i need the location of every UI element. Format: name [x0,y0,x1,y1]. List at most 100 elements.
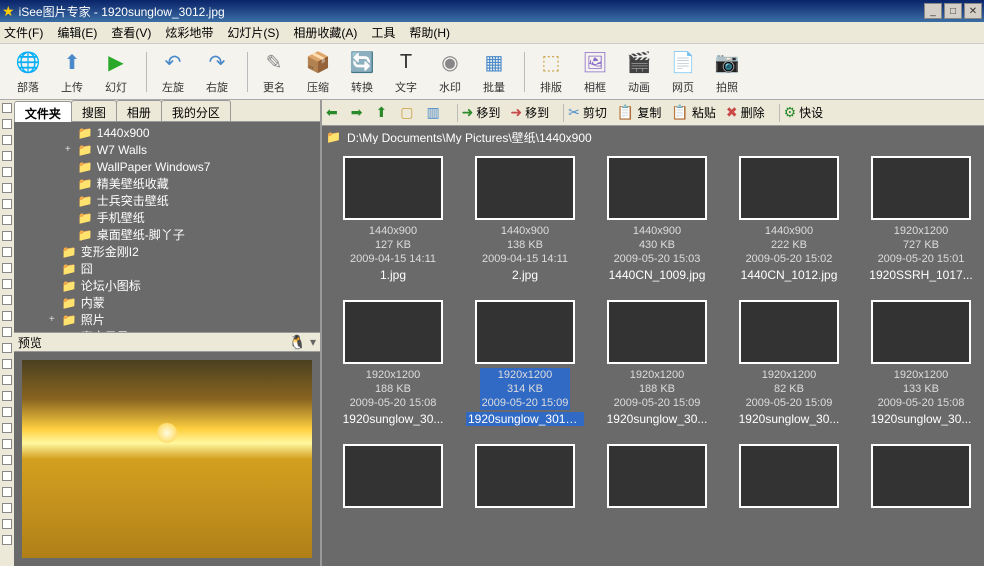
marker-checkbox[interactable] [2,471,12,481]
toolbar-水印[interactable]: ◉水印 [430,49,470,95]
marker-checkbox[interactable] [2,263,12,273]
marker-checkbox[interactable] [2,519,12,529]
toolbar-动画[interactable]: 🎬动画 [619,49,659,95]
action-nav[interactable]: ⬅ [326,104,341,121]
maximize-button[interactable]: □ [944,3,962,19]
marker-checkbox[interactable] [2,119,12,129]
toolbar-右旋[interactable]: ↷右旋 [197,49,237,95]
menu-item[interactable]: 编辑(E) [57,24,97,41]
marker-checkbox[interactable] [2,151,12,161]
menu-item[interactable]: 查看(V) [111,24,151,41]
toolbar-左旋[interactable]: ↶左旋 [153,49,193,95]
marker-checkbox[interactable] [2,375,12,385]
tree-node[interactable]: +📁W7 Walls [14,141,320,158]
marker-checkbox[interactable] [2,343,12,353]
tree-node[interactable]: 📁内蒙 [14,294,320,311]
marker-checkbox[interactable] [2,311,12,321]
action-剪切[interactable]: ✂剪切 [568,104,607,121]
tree-node[interactable]: 📁变形金刚I2 [14,243,320,260]
toolbar-网页[interactable]: 📄网页 [663,49,703,95]
thumbnail[interactable]: 1440x900138 KB2009-04-15 14:112.jpg [466,156,584,282]
thumbnail[interactable]: 1440x900222 KB2009-05-20 15:021440CN_101… [730,156,848,282]
action-nav[interactable]: ➡ [351,104,366,121]
toolbar-拍照[interactable]: 📷拍照 [707,49,747,95]
tab-我的分区[interactable]: 我的分区 [161,100,231,121]
tree-node[interactable]: 📁1440x900 [14,124,320,141]
thumbnail[interactable]: 1920x1200188 KB2009-05-20 15:091920sungl… [598,300,716,426]
tree-node[interactable]: +📁照片 [14,311,320,328]
toolbar-压缩[interactable]: 📦压缩 [298,49,338,95]
menu-item[interactable]: 文件(F) [4,24,43,41]
marker-checkbox[interactable] [2,535,12,545]
marker-checkbox[interactable] [2,231,12,241]
marker-checkbox[interactable] [2,327,12,337]
thumbnail[interactable] [730,444,848,508]
tab-文件夹[interactable]: 文件夹 [14,101,72,122]
thumbnail[interactable]: 1920x1200727 KB2009-05-20 15:011920SSRH_… [862,156,980,282]
thumbnail[interactable]: 1920x1200133 KB2009-05-20 15:081920sungl… [862,300,980,426]
tree-node[interactable]: 📁WallPaper Windows7 [14,158,320,175]
menu-item[interactable]: 帮助(H) [409,24,450,41]
preview-menu-icon[interactable]: ▾ [310,335,316,349]
thumbnail[interactable]: 1440x900127 KB2009-04-15 14:111.jpg [334,156,452,282]
menu-item[interactable]: 相册收藏(A) [293,24,357,41]
marker-checkbox[interactable] [2,135,12,145]
close-button[interactable]: ✕ [964,3,982,19]
thumbnail[interactable]: 1920x1200314 KB2009-05-20 15:091920sungl… [466,300,584,426]
toolbar-文字[interactable]: T文字 [386,49,426,95]
tab-相册[interactable]: 相册 [116,100,162,121]
toolbar-上传[interactable]: ⬆上传 [52,49,92,95]
thumbnail[interactable] [466,444,584,508]
action-快设[interactable]: ⚙快设 [784,104,824,121]
thumbnail[interactable]: 1920x120082 KB2009-05-20 15:091920sunglo… [730,300,848,426]
tab-搜图[interactable]: 搜图 [71,100,117,121]
expand-icon[interactable]: + [46,314,58,325]
marker-checkbox[interactable] [2,215,12,225]
thumbnail[interactable]: 1440x900430 KB2009-05-20 15:031440CN_100… [598,156,716,282]
expand-icon[interactable]: + [62,144,74,155]
minimize-button[interactable]: _ [924,3,942,19]
action-nav[interactable]: ▢ [400,104,416,121]
action-删除[interactable]: ✖删除 [726,104,765,121]
action-nav[interactable]: ⬆ [375,104,390,121]
toolbar-排版[interactable]: ⬚排版 [531,49,571,95]
toolbar-幻灯[interactable]: ▶幻灯 [96,49,136,95]
marker-checkbox[interactable] [2,103,12,113]
toolbar-部落[interactable]: 🌐部落 [8,49,48,95]
tree-node[interactable]: 📁士兵突击壁纸 [14,192,320,209]
action-移到[interactable]: ➜移到 [510,104,549,121]
marker-checkbox[interactable] [2,439,12,449]
menu-item[interactable]: 工具 [371,24,395,41]
marker-checkbox[interactable] [2,295,12,305]
menu-item[interactable]: 幻灯片(S) [227,24,279,41]
qq-icon[interactable]: 🐧 [289,334,306,351]
action-粘贴[interactable]: 📋粘贴 [671,104,715,121]
thumbnail[interactable]: 1920x1200188 KB2009-05-20 15:081920sungl… [334,300,452,426]
menu-item[interactable]: 炫彩地带 [165,24,213,41]
thumbnail[interactable] [334,444,452,508]
tree-node[interactable]: 📁精美壁纸收藏 [14,175,320,192]
toolbar-相框[interactable]: 🖼相框 [575,49,615,95]
toolbar-批量[interactable]: ▦批量 [474,49,514,95]
marker-checkbox[interactable] [2,279,12,289]
marker-checkbox[interactable] [2,391,12,401]
marker-checkbox[interactable] [2,247,12,257]
thumbnail[interactable] [862,444,980,508]
toolbar-更名[interactable]: ✎更名 [254,49,294,95]
thumbnail[interactable] [598,444,716,508]
marker-checkbox[interactable] [2,199,12,209]
marker-checkbox[interactable] [2,423,12,433]
tree-node[interactable]: 📁囧 [14,260,320,277]
marker-checkbox[interactable] [2,487,12,497]
marker-checkbox[interactable] [2,359,12,369]
path-input[interactable] [347,130,980,144]
thumbnail-grid[interactable]: 1440x900127 KB2009-04-15 14:111.jpg1440x… [322,148,984,566]
marker-checkbox[interactable] [2,503,12,513]
marker-checkbox[interactable] [2,167,12,177]
marker-checkbox[interactable] [2,455,12,465]
tree-node[interactable]: 📁桌面壁纸-脚丫子 [14,226,320,243]
marker-checkbox[interactable] [2,183,12,193]
folder-tree[interactable]: 📁1440x900+📁W7 Walls📁WallPaper Windows7📁精… [14,122,320,332]
action-复制[interactable]: 📋复制 [617,104,661,121]
tree-node[interactable]: 📁论坛小图标 [14,277,320,294]
